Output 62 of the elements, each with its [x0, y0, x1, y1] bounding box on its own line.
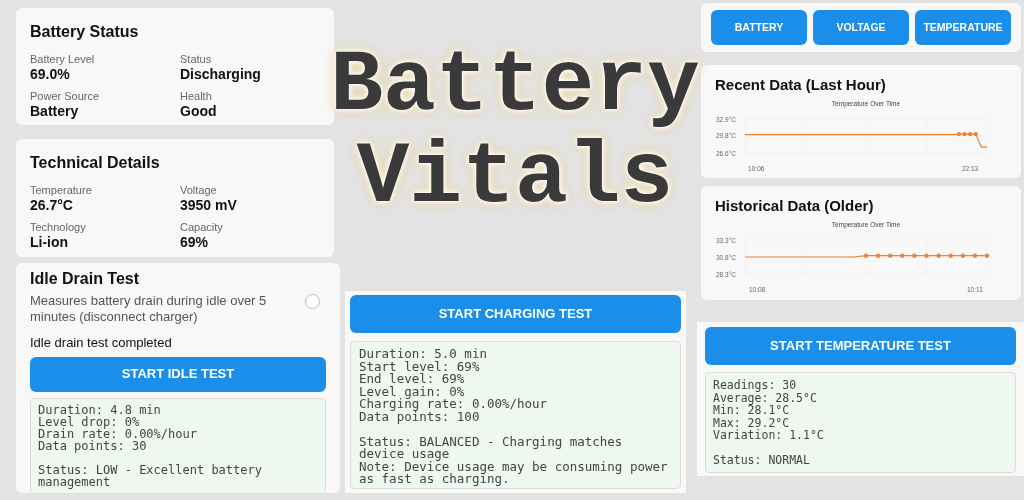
data-point: [912, 253, 917, 258]
card-title: Recent Data (Last Hour): [715, 75, 887, 95]
result-line: Level drop: 0%: [38, 415, 140, 428]
result-line: Level gain: 0%: [359, 385, 466, 399]
field-label: Technology: [30, 220, 86, 234]
result-line: Min: 28.1°C: [713, 404, 791, 417]
status-text: Note: Device usage may be consuming power as fast as charging.: [359, 460, 669, 486]
status-text: Status: LOW - Excellent battery management: [38, 463, 263, 488]
result-line: Start level: 69%: [359, 360, 481, 374]
field-value: 26.7°C: [30, 197, 73, 214]
result-line: Data points: 30: [38, 439, 147, 452]
data-point: [875, 253, 881, 258]
field-value: 69.0%: [30, 66, 70, 83]
data-point: [924, 253, 929, 258]
field-value: 3950 mV: [180, 197, 237, 214]
field-label: Capacity: [180, 220, 223, 234]
data-point: [948, 253, 953, 258]
field-value: Battery: [30, 103, 79, 120]
field-value: Good: [180, 103, 217, 120]
result-line: Data points: 100: [359, 410, 480, 424]
result-line: Charging rate: 0.00%/hour: [359, 398, 549, 411]
data-point: [960, 253, 965, 258]
result-line: Duration: 5.0 min: [359, 348, 488, 361]
chart-tab[interactable]: VOLTAGE: [813, 10, 909, 45]
card-title: Idle Drain Test: [30, 269, 141, 289]
field-label: Power Source: [30, 89, 100, 103]
result-line: Drain rate: 0.00%/hour: [38, 427, 198, 440]
field-value: Li-ion: [30, 234, 69, 251]
chart-tab[interactable]: TEMPERATURE: [915, 10, 1011, 45]
field-value: 69%: [180, 234, 209, 251]
field-label: Battery Level: [30, 52, 95, 66]
result-line: Duration: 4.8 min: [38, 403, 162, 416]
title-text: Battery: [330, 40, 700, 132]
title-text: Vitals: [356, 132, 674, 224]
field-label: Status: [180, 52, 212, 66]
card-title: Battery Status: [30, 22, 140, 42]
data-point: [972, 253, 978, 258]
status-text: Status: NORMAL: [713, 453, 811, 466]
data-point: [900, 253, 905, 258]
field-label: Voltage: [180, 183, 217, 197]
field-label: Temperature: [30, 183, 92, 197]
start-button[interactable]: START IDLE TEST: [30, 356, 326, 392]
card-title: Technical Details: [30, 153, 161, 173]
result-line: Readings: 30: [713, 379, 798, 392]
data-point: [888, 253, 893, 258]
result-line: Variation: 1.1°C: [713, 429, 825, 442]
chart-tab[interactable]: BATTERY: [711, 10, 807, 45]
result-line: End level: 69%: [359, 373, 466, 386]
start-button[interactable]: START TEMPERATURE TEST: [705, 327, 1016, 365]
data-point: [984, 253, 990, 258]
field-value: Discharging: [180, 66, 261, 83]
field-label: Health: [180, 89, 212, 103]
description-text: Measures battery drain during idle over 5 minutes (disconnect charger): [30, 293, 268, 325]
card-title: Historical Data (Older): [715, 196, 875, 216]
data-point: [863, 253, 869, 258]
start-button[interactable]: START CHARGING TEST: [350, 295, 681, 333]
status-message: Idle drain test completed: [30, 334, 173, 352]
result-line: Max: 29.2°C: [713, 416, 791, 429]
data-point: [936, 253, 941, 258]
result-line: Average: 28.5°C: [713, 391, 818, 404]
status-text: Status: BALANCED - Charging matches device usage: [359, 435, 624, 461]
radio-button[interactable]: [305, 294, 320, 309]
